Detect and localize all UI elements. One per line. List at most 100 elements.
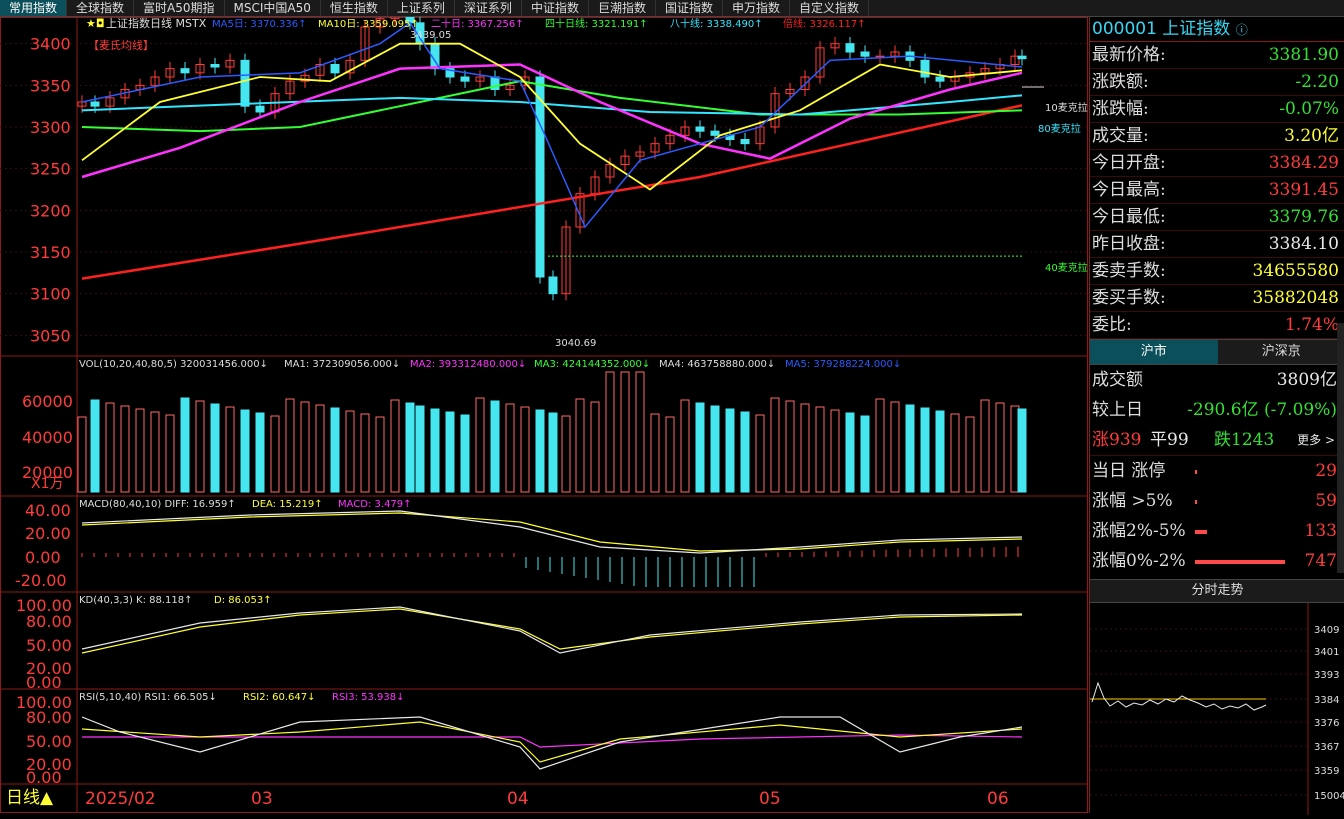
breadth-row: 涨939 平99 跌1243 更多 > bbox=[1090, 425, 1344, 456]
rsi-tick-label: 0.00 bbox=[26, 768, 62, 787]
kd-d-line bbox=[82, 609, 1022, 653]
rsi-header: RSI(5,10,40) RSI1: 66.505↓ bbox=[79, 692, 217, 703]
month-label-2: 03 bbox=[251, 789, 273, 809]
tab-index-6[interactable]: 深证系列 bbox=[455, 0, 522, 16]
gain-stat-bar bbox=[1195, 500, 1197, 504]
candle-body bbox=[91, 102, 99, 106]
vol-ma2: MA2: 393312480.000↓ bbox=[410, 359, 526, 370]
month-label-5: 06 bbox=[987, 789, 1009, 809]
info-icon[interactable]: ⓘ bbox=[1236, 23, 1248, 37]
quote-value: 35882048 bbox=[1252, 285, 1339, 311]
gain-stat-label: 涨幅 >5% bbox=[1092, 486, 1173, 516]
ma5-line bbox=[82, 23, 1022, 227]
quote-title[interactable]: 000001 上证指数 ⓘ bbox=[1090, 17, 1344, 42]
tab-all-market[interactable]: 沪深京 bbox=[1218, 340, 1344, 364]
period-high-label: 3439.05 bbox=[410, 30, 451, 41]
volume-bar bbox=[891, 402, 899, 492]
volume-bar bbox=[651, 414, 659, 492]
tab-index-7[interactable]: 中证指数 bbox=[522, 0, 589, 16]
mini-tick-label: 3409 bbox=[1314, 625, 1339, 636]
vol-ma4: MA4: 463758880.000↓ bbox=[659, 359, 775, 370]
volume-bar bbox=[286, 399, 294, 492]
volume-bar bbox=[921, 408, 929, 492]
tab-index-2[interactable]: 富时A50期指 bbox=[134, 0, 224, 16]
quote-row: 涨跌幅:-0.07% bbox=[1090, 96, 1344, 123]
period-selector[interactable]: 日线▲ bbox=[6, 788, 54, 808]
macd-diff-line bbox=[82, 511, 1022, 553]
quote-row: 委卖手数:34655580 bbox=[1090, 258, 1344, 285]
macd-tick-label: 20.00 bbox=[25, 524, 71, 543]
kline-chart-svg[interactable]: 3400335033003250320031503100305060000400… bbox=[0, 17, 1088, 813]
tab-index-1[interactable]: 全球指数 bbox=[67, 0, 134, 16]
gain-stat-value: 133 bbox=[1305, 516, 1337, 546]
volume-bar bbox=[241, 410, 249, 492]
volume-bar bbox=[846, 413, 854, 492]
macd-tick-label: 40.00 bbox=[25, 501, 71, 520]
indicator-tag[interactable]: 【麦氏均线】 bbox=[88, 38, 154, 52]
price-tick-label: 3100 bbox=[30, 285, 71, 304]
quote-row: 委比:1.74% bbox=[1090, 312, 1344, 339]
gain-stat-bar bbox=[1195, 470, 1197, 474]
volume-bar bbox=[696, 403, 704, 492]
sidebar-scrollbar[interactable] bbox=[1337, 323, 1344, 573]
ma10-line bbox=[82, 44, 1022, 190]
vol-ma1: MA1: 372309056.000↓ bbox=[284, 359, 400, 370]
volume-bar bbox=[1018, 409, 1026, 492]
gain-stat-label: 当日 涨停 bbox=[1092, 456, 1165, 486]
mini-intraday-chart[interactable]: 340934013393338433763367335915004 bbox=[1090, 603, 1344, 815]
volume-bar bbox=[981, 400, 989, 492]
tab-index-9[interactable]: 国证指数 bbox=[656, 0, 723, 16]
chart-area[interactable]: 3400335033003250320031503100305060000400… bbox=[0, 17, 1088, 813]
double-ma-readout: 倍线: 3326.117↑ bbox=[783, 17, 866, 30]
quote-label: 涨跌额: bbox=[1092, 69, 1149, 95]
tab-index-11[interactable]: 自定义指数 bbox=[790, 0, 869, 16]
tab-index-5[interactable]: 上证系列 bbox=[388, 0, 455, 16]
quote-label: 今日最高: bbox=[1092, 177, 1166, 203]
gain-stat-row: 涨幅 >5% 59 bbox=[1090, 486, 1344, 516]
price-tick-label: 3300 bbox=[30, 118, 71, 137]
quote-row: 今日开盘:3384.29 bbox=[1090, 150, 1344, 177]
ma5-readout: MA5日: 3370.336↑ bbox=[212, 19, 306, 30]
gain-stat-row: 当日 涨停29 bbox=[1090, 456, 1344, 486]
gain-stat-label: 涨幅2%-5% bbox=[1092, 516, 1186, 546]
vol-ma3: MA3: 424144352.000↓ bbox=[534, 359, 650, 370]
volume-bar bbox=[521, 407, 529, 492]
tab-index-0[interactable]: 常用指数 bbox=[0, 0, 67, 16]
gain-stat-value: 59 bbox=[1315, 486, 1337, 516]
quote-label: 今日最低: bbox=[1092, 204, 1166, 230]
month-label-4: 05 bbox=[759, 789, 781, 809]
volume-bar bbox=[726, 409, 734, 492]
quote-value: -0.07% bbox=[1279, 96, 1339, 122]
vs-yesterday-value: -290.6亿 (-7.09%) bbox=[1187, 395, 1337, 425]
tab-sh-market[interactable]: 沪市 bbox=[1090, 340, 1218, 364]
tab-index-3[interactable]: MSCI中国A50 bbox=[225, 0, 321, 16]
volume-bar bbox=[636, 372, 644, 492]
mini-tick-label: 3401 bbox=[1314, 647, 1339, 658]
label-10-line: 10麦克拉 bbox=[1045, 101, 1088, 114]
mini-intraday-title[interactable]: 分时走势 bbox=[1090, 579, 1344, 603]
quote-value: 3391.45 bbox=[1269, 177, 1339, 203]
chart-title: 上证指数日线 MSTX bbox=[106, 17, 207, 30]
ma20-readout: 二十日: 3367.256↑ bbox=[431, 17, 524, 30]
quote-value: 3379.76 bbox=[1269, 204, 1339, 230]
tab-index-10[interactable]: 申万指数 bbox=[723, 0, 790, 16]
label-40-line: 40麦克拉 bbox=[1045, 261, 1088, 274]
rsi3-value: RSI3: 53.938↓ bbox=[332, 692, 405, 703]
tab-index-8[interactable]: 巨潮指数 bbox=[589, 0, 656, 16]
candle-body bbox=[741, 140, 749, 144]
favorite-star-icon[interactable]: ★◘ bbox=[86, 17, 105, 30]
candle-body bbox=[211, 65, 219, 68]
vol-ma5: MA5: 379288224.000↓ bbox=[785, 359, 901, 370]
ma20-line bbox=[82, 65, 1022, 178]
volume-bar bbox=[461, 415, 469, 492]
quote-row: 涨跌额:-2.20 bbox=[1090, 69, 1344, 96]
macd-tick-label: -20.00 bbox=[15, 571, 67, 590]
volume-bar bbox=[506, 404, 514, 492]
tab-index-4[interactable]: 恒生指数 bbox=[321, 0, 388, 16]
price-tick-label: 3400 bbox=[30, 35, 71, 54]
candle-body bbox=[181, 69, 189, 73]
more-link[interactable]: 更多 > bbox=[1297, 425, 1335, 455]
quote-row: 委买手数:35882048 bbox=[1090, 285, 1344, 312]
volume-bar bbox=[816, 407, 824, 492]
volume-bar bbox=[621, 372, 629, 492]
